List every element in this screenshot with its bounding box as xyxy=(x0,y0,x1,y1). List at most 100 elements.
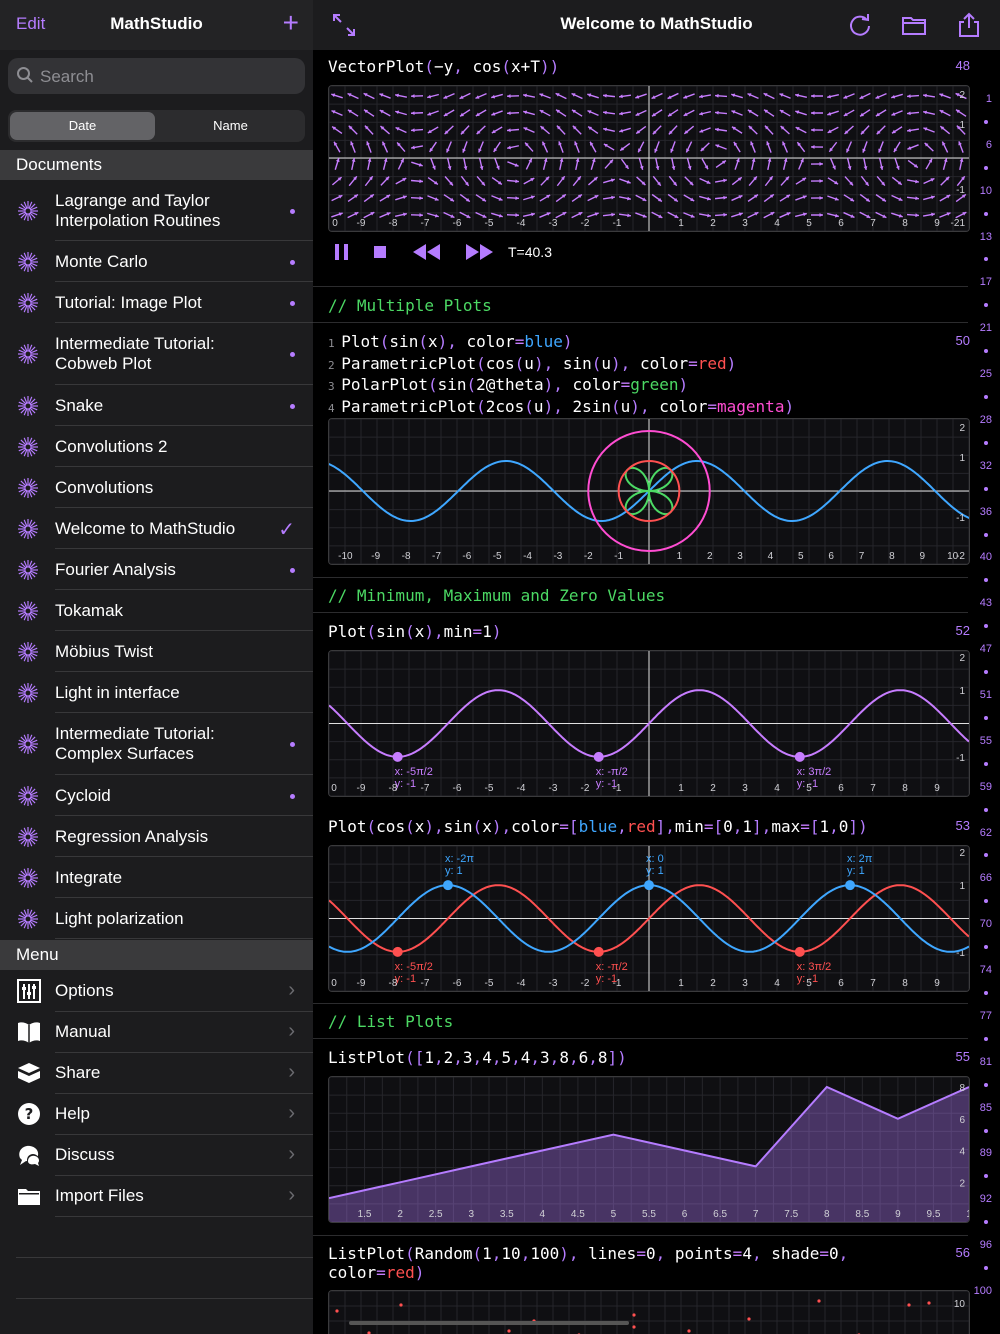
multiple-plots-graph[interactable]: -10 -9 -8 -7 -6 -5 -4 -3 -2 -1 1 2 3 4 5 6 7 8 9 10 2 1 -1 -2 xyxy=(328,418,970,565)
vector-plot[interactable]: 0 -9 -8 -7 -6 -5 -4 -3 -2 -1 1 2 3 4 5 6 7 8 9 2 1 -1 -21 xyxy=(328,85,970,232)
document-item[interactable]: Intermediate Tutorial: Cobweb Plot xyxy=(0,323,313,385)
document-item[interactable]: Snake xyxy=(0,385,313,426)
menu-item-help[interactable]: ? Help › xyxy=(0,1094,313,1135)
document-item[interactable]: Convolutions xyxy=(0,467,313,508)
menu-item-options[interactable]: Options › xyxy=(0,971,313,1012)
sin-min-code: Plot(sin(x),min=1) xyxy=(328,622,502,641)
document-item[interactable]: Möbius Twist xyxy=(0,631,313,672)
sort-by-name-button[interactable]: Name xyxy=(158,112,303,140)
scroll-index-dot xyxy=(984,1128,988,1133)
scroll-index-dot xyxy=(984,624,988,629)
document-item[interactable]: Fourier Analysis xyxy=(0,549,313,590)
x-tick-label: 6 xyxy=(838,218,844,229)
minimum-marker xyxy=(392,946,403,957)
document-label: Intermediate Tutorial: Complex Surfaces xyxy=(55,724,215,763)
x-tick-label: 7 xyxy=(870,783,876,794)
random-listplot-graph[interactable]: 10 xyxy=(328,1290,970,1334)
document-item[interactable]: Intermediate Tutorial: Complex Surfaces xyxy=(0,713,313,775)
document-item[interactable]: Cycloid xyxy=(0,775,313,816)
menu-item-share[interactable]: Share › xyxy=(0,1053,313,1094)
comment-list-plots[interactable]: // List Plots xyxy=(328,1012,453,1031)
scroll-index-dot xyxy=(984,991,988,995)
document-item[interactable]: Light polarization xyxy=(0,898,313,939)
scroll-index-dot xyxy=(984,303,988,308)
code-cell-listplot[interactable]: ListPlot([1,2,3,4,5,4,3,8,6,8]) xyxy=(328,1048,627,1067)
document-label: Light polarization xyxy=(55,908,184,928)
minimum-x-label: x: 3π/2 xyxy=(797,766,832,778)
x-tick-label: 2 xyxy=(710,978,716,989)
folder-icon[interactable] xyxy=(901,12,927,38)
x-tick-label: 0 xyxy=(331,978,337,989)
search-input[interactable] xyxy=(38,58,292,96)
vector-arrowhead xyxy=(811,111,815,115)
scroll-index-dot xyxy=(984,807,988,812)
listplot-graph[interactable]: 1.5 2 2.5 3 3.5 4 4.5 5 5.5 6 6.5 7 7.5 8 8.5 9 9.5 1 8 6 4 2 xyxy=(328,1076,970,1223)
sort-by-date-button[interactable]: Date xyxy=(10,112,155,140)
pause-icon[interactable] xyxy=(333,242,351,262)
comment-multiple-plots[interactable]: // Multiple Plots xyxy=(328,296,492,315)
x-tick-label: -3 xyxy=(549,218,558,229)
document-item[interactable]: Light in interface xyxy=(0,672,313,713)
scroll-index-dot xyxy=(984,670,988,675)
code-cell-cos-sin[interactable]: Plot(cos(x),sin(x),color=[blue,red],min=… xyxy=(328,817,868,836)
multiple-plots-canvas: -10 -9 -8 -7 -6 -5 -4 -3 -2 -1 1 2 3 4 5 6 7 8 9 1021-1-2 xyxy=(329,419,969,564)
scroll-index-dot xyxy=(984,578,988,583)
document-item[interactable]: Convolutions 2 xyxy=(0,426,313,467)
random-point xyxy=(335,1309,339,1313)
cos-sin-graph[interactable]: 2 1 -1 x: -2π y: 1 x: 0 y: 1 x: 2π y: 1 x: -5π/2 y… xyxy=(328,845,970,992)
code-cell-random-listplot[interactable]: ListPlot(Random(1,10,100), lines=0, poin… xyxy=(328,1244,848,1282)
add-document-button[interactable]: + xyxy=(283,8,299,38)
document-item[interactable]: Tutorial: Image Plot xyxy=(0,282,313,323)
menu-item-import-files[interactable]: Import Files › xyxy=(0,1176,313,1217)
scroll-index[interactable]: 1 6 10 13 17 21 25 28 32 36 40 43 47 51 55 59 62 66 70 74 77… xyxy=(970,58,1000,1334)
sin-min-graph[interactable]: 2 1 -1 x: -5π/2 y: -1 x: -π/2 y: -1 x: 3π/2 y: -… xyxy=(328,650,970,797)
x-tick-label: -5 xyxy=(485,218,494,229)
document-item[interactable]: Lagrange and Taylor Interpolation Routin… xyxy=(0,181,313,241)
menu-item-label: Import Files xyxy=(55,1186,144,1205)
x-tick-label: 8 xyxy=(902,218,908,229)
random-point xyxy=(747,1317,751,1321)
share-icon[interactable] xyxy=(956,12,982,38)
document-icon xyxy=(16,558,40,582)
vector-arrowhead xyxy=(507,94,511,99)
chevron-right-icon: › xyxy=(288,1020,295,1042)
search-bar[interactable] xyxy=(8,58,305,96)
unsaved-dot-icon xyxy=(290,259,295,265)
x-tick-label: 9.5 xyxy=(926,1209,940,1220)
vector-arrowhead xyxy=(723,195,727,200)
documents-header: Documents xyxy=(0,150,313,180)
code-cell-multiple-plots[interactable]: 1 Plot(sin(x), color=blue) 2 ParametricP… xyxy=(328,332,794,418)
help-icon: ? xyxy=(16,1101,42,1127)
document-icon xyxy=(16,732,40,756)
cell-separator xyxy=(313,1235,968,1236)
document-item[interactable]: Monte Carlo xyxy=(0,241,313,282)
scroll-index-number: 28 xyxy=(979,413,992,426)
menu-item-manual[interactable]: Manual › xyxy=(0,1012,313,1053)
rewind-icon[interactable] xyxy=(411,242,443,262)
menu-item-discuss[interactable]: Discuss › xyxy=(0,1135,313,1176)
scroll-index-dot xyxy=(984,486,988,491)
menu-item-label: Options xyxy=(55,981,114,1000)
document-item[interactable]: Tokamak xyxy=(0,590,313,631)
scroll-index-number: 62 xyxy=(979,826,992,839)
scroll-index-dot xyxy=(984,211,988,216)
code-cell-vectorplot[interactable]: VectorPlot(−y, cos(x+T)) xyxy=(328,57,559,76)
vector-arrowhead xyxy=(715,93,719,98)
code-cell-sin-min[interactable]: Plot(sin(x),min=1) xyxy=(328,622,501,641)
vector-arrowhead xyxy=(819,162,823,166)
document-item[interactable]: Welcome to MathStudio ✓ xyxy=(0,508,313,549)
comment-min-max-zero[interactable]: // Minimum, Maximum and Zero Values xyxy=(328,586,665,605)
x-tick-label: 2.5 xyxy=(429,1209,443,1220)
x-tick-label: -8 xyxy=(402,551,411,562)
sidebar-toolbar: Edit MathStudio + xyxy=(0,0,313,50)
search-icon xyxy=(17,67,33,83)
document-label: Tutorial: Image Plot xyxy=(55,292,202,312)
document-item[interactable]: Regression Analysis xyxy=(0,816,313,857)
fast-forward-icon[interactable] xyxy=(463,242,495,262)
stop-icon[interactable] xyxy=(373,245,387,259)
refresh-icon[interactable] xyxy=(847,12,873,38)
x-tick-label: 9 xyxy=(919,551,925,562)
scroll-index-dot xyxy=(984,1082,988,1087)
document-item[interactable]: Integrate xyxy=(0,857,313,898)
x-tick-label: 3 xyxy=(742,218,748,229)
